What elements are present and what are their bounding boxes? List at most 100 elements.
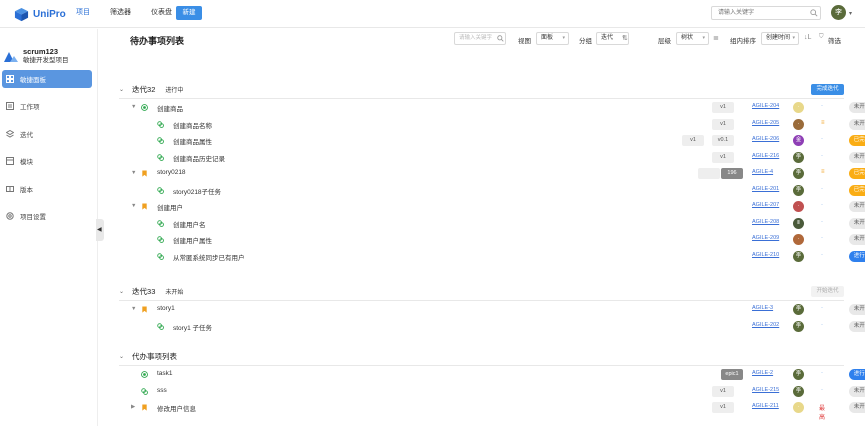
assignee-avatar[interactable]: 李 (793, 151, 804, 163)
status-badge[interactable]: 未开始 (849, 118, 865, 130)
backlog-row[interactable]: sss v1 AGILE-215 李 · 未开始 (129, 384, 865, 400)
issue-key-link[interactable]: AGILE-209 (752, 235, 779, 241)
nav-filters[interactable]: 筛选器 (110, 7, 131, 19)
status-badge[interactable]: 已完成 (849, 168, 865, 179)
issue-key-link[interactable]: AGILE-215 (752, 387, 779, 393)
chevron-down-icon[interactable]: ▾ (849, 10, 852, 17)
status-badge[interactable]: 未开始 (849, 217, 865, 229)
row-title[interactable]: 修改用户信息 (157, 403, 196, 413)
assignee-avatar[interactable]: 李 (793, 369, 804, 380)
row-title[interactable]: 创建用户属性 (173, 235, 212, 245)
global-search-input[interactable] (711, 6, 821, 20)
assignee-avatar[interactable]: · (793, 118, 804, 130)
issue-key-link[interactable]: AGILE-211 (752, 403, 779, 409)
priority-icon[interactable]: 最高 (819, 403, 829, 421)
issue-key-link[interactable]: AGILE-202 (752, 322, 779, 328)
status-badge[interactable]: 进行中 (849, 250, 865, 262)
sidebar-item-agile-board[interactable]: 敏捷面板 (2, 70, 92, 88)
priority-icon[interactable]: · (821, 153, 823, 159)
complete-iteration-button[interactable]: 完成迭代 (811, 84, 844, 95)
backlog-row[interactable]: 创建用户属性 AGILE-209 · · 未开始 (129, 232, 865, 248)
section-collapse-caret[interactable]: ⌄ (119, 86, 124, 93)
status-badge[interactable]: 未开始 (849, 304, 865, 315)
row-title[interactable]: 创建用户 (157, 202, 183, 212)
section-collapse-caret[interactable]: ⌄ (119, 288, 124, 295)
sidebar-item-project-settings[interactable]: 项目设置 (2, 207, 92, 225)
priority-icon[interactable]: ≡ (821, 169, 825, 175)
assignee-avatar[interactable]: 李 (793, 385, 804, 397)
filter-button[interactable]: 筛选 (828, 35, 841, 45)
assignee-avatar[interactable]: 李 (793, 184, 804, 196)
row-title[interactable]: 创建商品属性 (173, 136, 212, 146)
priority-icon[interactable]: · (821, 186, 823, 192)
sidebar-item-modules[interactable]: 模块 (2, 152, 92, 170)
sort-direction-icon[interactable]: ↓L (804, 34, 811, 41)
assignee-avatar[interactable]: 李 (793, 168, 804, 179)
backlog-row[interactable]: 创建用户名 AGILE-208 Ⅱ · 未开始 (129, 216, 865, 232)
priority-icon[interactable]: · (821, 370, 823, 376)
assignee-avatar[interactable]: 李 (793, 250, 804, 262)
assignee-avatar[interactable]: · (793, 234, 804, 245)
sidebar-item-versions[interactable]: 版本 (2, 180, 92, 198)
sidebar-item-iterations[interactable]: 迭代 (2, 125, 92, 143)
issue-key-link[interactable]: AGILE-3 (752, 305, 773, 311)
priority-icon[interactable]: ≡ (821, 120, 825, 126)
backlog-row[interactable]: 创建商品历史记录 v1 AGILE-216 李 · 未开始 (129, 150, 865, 166)
status-badge[interactable]: 未开始 (849, 234, 865, 245)
backlog-row[interactable]: ▼story0218196AGILE-4李≡已完成1 (129, 166, 865, 182)
status-badge[interactable]: 已完成 (849, 184, 865, 196)
priority-icon[interactable]: · (821, 202, 823, 208)
assignee-avatar[interactable]: 李 (793, 320, 804, 332)
backlog-row[interactable]: task1 epic1 AGILE-2 李 · 进行中 (129, 367, 865, 383)
group-sort-icon[interactable]: ⇅ (622, 34, 628, 42)
priority-icon[interactable]: · (821, 387, 823, 393)
filter-icon[interactable]: ⛉ (819, 34, 824, 41)
status-badge[interactable]: 未开始 (849, 385, 865, 397)
row-expand-caret[interactable]: ▶ (131, 404, 135, 410)
row-title[interactable]: 创建商品名称 (173, 120, 212, 130)
row-title[interactable]: story0218 (157, 169, 186, 176)
new-button[interactable]: 新建 (176, 6, 202, 20)
row-title[interactable]: 从常匿系统同步已有用户 (173, 252, 245, 262)
priority-icon[interactable]: · (821, 103, 823, 109)
status-badge[interactable]: 未开始 (849, 402, 865, 413)
start-iteration-button[interactable]: 开始迭代 (811, 286, 844, 297)
issue-key-link[interactable]: AGILE-216 (752, 153, 779, 159)
issue-key-link[interactable]: AGILE-2 (752, 370, 773, 376)
status-badge[interactable]: 已完成 (849, 135, 865, 146)
row-expand-caret[interactable]: ▼ (131, 203, 136, 209)
issue-key-link[interactable]: AGILE-208 (752, 219, 779, 225)
view-select[interactable]: 面板 ▾ (536, 32, 569, 45)
backlog-row[interactable]: ▼story1AGILE-3李·未开始2 (129, 302, 865, 318)
level-select[interactable]: 树状 ▾ (676, 32, 709, 45)
backlog-row[interactable]: ▼ 创建商品 v1 AGILE-204 · · 未开始 (129, 100, 865, 116)
section-collapse-caret[interactable]: ⌄ (119, 353, 124, 360)
backlog-row[interactable]: 创建商品属性 v1 v0.1 AGILE-206 金 · 已完成 (129, 133, 865, 149)
backlog-row[interactable]: 创建商品名称 v1 AGILE-205 · ≡ 未开始 (129, 117, 865, 133)
assignee-avatar[interactable]: 金 (793, 135, 804, 146)
layout-icon[interactable]: ≣ (713, 34, 719, 42)
priority-icon[interactable]: · (821, 136, 823, 142)
issue-key-link[interactable]: AGILE-201 (752, 186, 779, 192)
row-expand-caret[interactable]: ▼ (131, 104, 136, 110)
nav-dashboard[interactable]: 仪表盘 (151, 7, 172, 19)
status-badge[interactable]: 未开始 (849, 201, 865, 212)
issue-key-link[interactable]: AGILE-205 (752, 120, 779, 126)
issue-key-link[interactable]: AGILE-206 (752, 136, 779, 142)
row-expand-caret[interactable]: ▼ (131, 306, 136, 312)
backlog-row[interactable]: story1 子任务 AGILE-202 李 · 未开始 (129, 319, 865, 335)
assignee-avatar[interactable]: · (793, 402, 804, 413)
priority-icon[interactable]: · (821, 252, 823, 258)
row-title[interactable]: sss (157, 387, 167, 394)
assignee-avatar[interactable]: · (793, 201, 804, 212)
priority-icon[interactable]: · (821, 305, 823, 311)
row-title[interactable]: 创建用户名 (173, 219, 206, 229)
priority-icon[interactable]: · (821, 322, 823, 328)
user-avatar[interactable]: 李 (831, 5, 846, 20)
issue-key-link[interactable]: AGILE-204 (752, 103, 779, 109)
row-title[interactable]: task1 (157, 370, 173, 377)
assignee-avatar[interactable]: · (793, 102, 804, 113)
search-icon[interactable] (810, 9, 818, 17)
row-title[interactable]: 创建商品历史记录 (173, 153, 225, 163)
status-badge[interactable]: 未开始 (849, 320, 865, 332)
